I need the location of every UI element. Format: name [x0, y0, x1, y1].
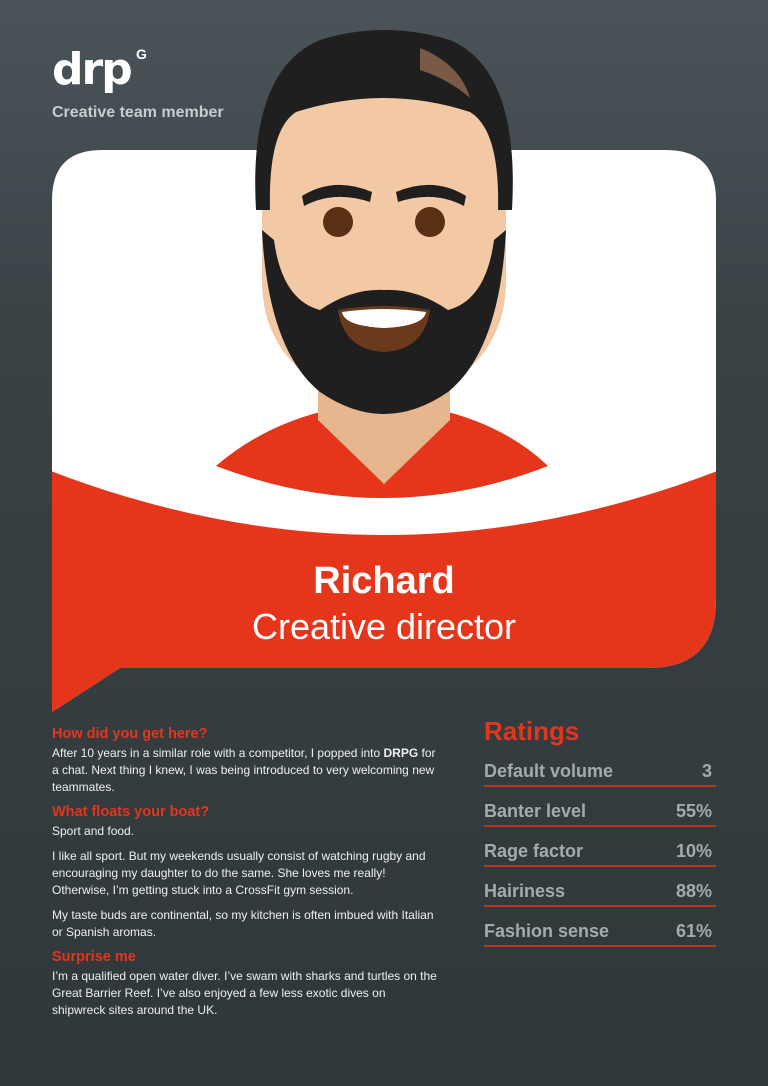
- rating-value: 10%: [675, 841, 712, 861]
- rating-label: Banter level: [484, 801, 587, 821]
- bio-block-boat: What floats your boat? Sport and food. I…: [52, 804, 442, 941]
- rating-value: 88%: [675, 881, 712, 901]
- bio-paragraph: I like all sport. But my weekends usuall…: [52, 849, 426, 897]
- rating-row: Fashion sense 61%: [484, 917, 716, 947]
- rating-label: Fashion sense: [484, 921, 610, 941]
- bio-text-bold: DRPG: [383, 746, 419, 760]
- bio-paragraph: I’m a qualified open water diver. I’ve s…: [52, 969, 437, 1017]
- bio-paragraph: After 10 years in a similar role with a …: [52, 745, 442, 796]
- person-role: Creative director: [251, 606, 517, 647]
- bio-heading: What floats your boat?: [52, 804, 210, 820]
- left-eye: [323, 207, 353, 237]
- rating-row: Default volume 3: [484, 757, 716, 787]
- person-name: Richard: [313, 560, 455, 602]
- bio-text: After 10 years in a similar role with a …: [52, 746, 384, 760]
- bio-block-how: How did you get here? After 10 years in …: [52, 726, 442, 796]
- rating-label: Rage factor: [484, 841, 584, 861]
- rating-row: Banter level 55%: [484, 797, 716, 827]
- rating-value: 3: [701, 761, 712, 781]
- bio-heading: Surprise me: [52, 949, 136, 965]
- ratings-title: Ratings: [484, 716, 580, 746]
- rating-label: Hairiness: [484, 881, 566, 901]
- right-eye: [415, 207, 445, 237]
- bio-section: How did you get here? After 10 years in …: [52, 726, 442, 1027]
- rating-label: Default volume: [484, 761, 614, 781]
- bio-block-surprise: Surprise me I’m a qualified open water d…: [52, 949, 442, 1019]
- bio-paragraph: My taste buds are continental, so my kit…: [52, 908, 434, 939]
- rating-row: Rage factor 10%: [484, 837, 716, 867]
- rating-value: 55%: [675, 801, 712, 821]
- bio-paragraph: Sport and food.: [52, 824, 135, 838]
- ratings-panel: Ratings Default volume 3 Banter level 55…: [484, 716, 716, 957]
- rating-value: 61%: [675, 921, 712, 941]
- rating-row: Hairiness 88%: [484, 877, 716, 907]
- bio-heading: How did you get here?: [52, 726, 208, 742]
